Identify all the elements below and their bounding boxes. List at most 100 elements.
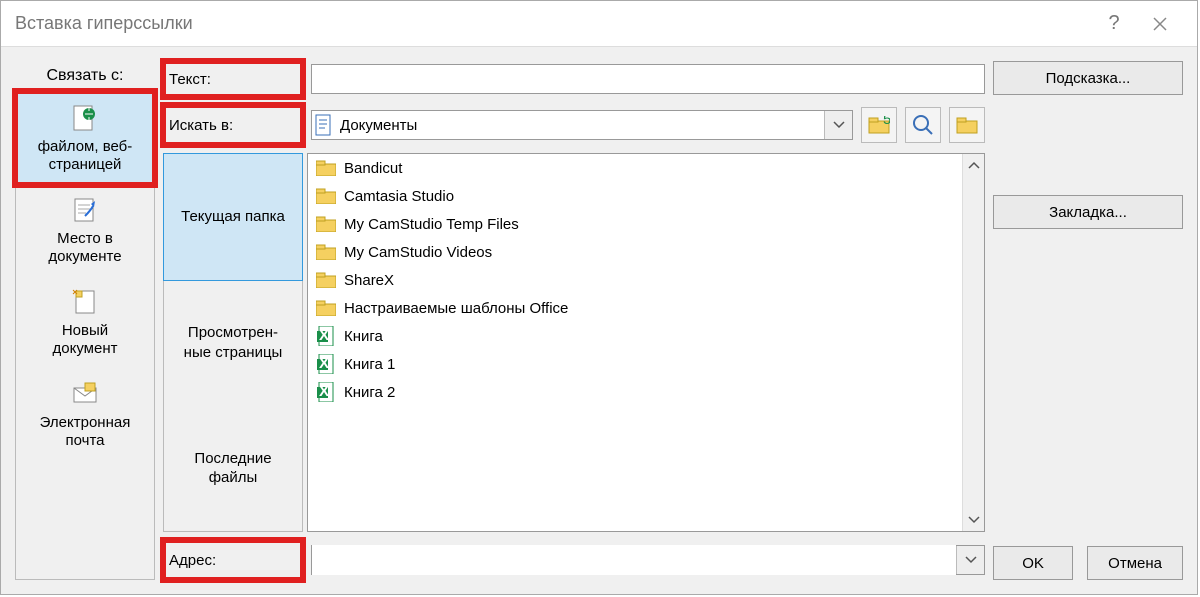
text-row: Текст: <box>163 61 985 97</box>
dialog-body: Связать с: файлом, веб- страницей Место … <box>1 47 1197 594</box>
chevron-up-icon <box>968 161 980 169</box>
linkto-email-label1: Электронная <box>40 414 131 432</box>
address-label-text: Адрес: <box>169 552 216 569</box>
linkto-new-label1: Новый <box>62 322 108 340</box>
file-name: My CamStudio Temp Files <box>344 216 519 233</box>
excel-icon: X <box>316 354 336 374</box>
text-input[interactable] <box>311 64 985 94</box>
right-panel: Подсказка... Закладка... OK Отмена <box>993 61 1183 580</box>
address-input[interactable] <box>312 545 956 575</box>
file-item[interactable]: Настраиваемые шаблоны Office <box>308 294 962 322</box>
linkto-panel: Связать с: файлом, веб- страницей Место … <box>15 61 155 580</box>
folder-icon <box>316 214 336 234</box>
file-item[interactable]: ShareX <box>308 266 962 294</box>
file-name: Книга 2 <box>344 384 395 401</box>
tab-recent-files[interactable]: Последние файлы <box>164 405 302 531</box>
close-icon <box>1153 17 1167 31</box>
hint-button[interactable]: Подсказка... <box>993 61 1183 95</box>
bookmark-button[interactable]: Закладка... <box>993 195 1183 229</box>
linkto-file-label1: файлом, веб- <box>38 138 133 156</box>
browse-web-button[interactable] <box>905 107 941 143</box>
folder-icon <box>316 242 336 262</box>
hyperlink-dialog: Вставка гиперссылки ? Связать с: файлом,… <box>0 0 1198 595</box>
up-folder-button[interactable]: 5 <box>861 107 897 143</box>
linkto-new-doc[interactable]: Новый документ <box>16 276 154 368</box>
cancel-button[interactable]: Отмена <box>1087 546 1183 580</box>
excel-icon: X <box>316 326 336 346</box>
linkto-label: Связать с: <box>47 61 124 91</box>
folder-open-icon <box>956 116 978 134</box>
svg-text:X: X <box>319 383 329 400</box>
browse-tabs: Текущая папка Просмотрен- ные страницы П… <box>163 153 303 532</box>
new-doc-icon <box>69 286 101 318</box>
folder-icon <box>316 298 336 318</box>
web-search-icon <box>912 114 934 136</box>
file-list[interactable]: Bandicut Camtasia Studio My CamStudio Temp… <box>308 154 962 531</box>
document-icon <box>312 114 336 136</box>
file-item[interactable]: X Книга <box>308 322 962 350</box>
file-name: ShareX <box>344 272 394 289</box>
chevron-down-icon <box>968 516 980 524</box>
help-button[interactable]: ? <box>1091 1 1137 47</box>
file-item[interactable]: Bandicut <box>308 154 962 182</box>
linkto-email-label2: почта <box>66 432 105 450</box>
ok-button[interactable]: OK <box>993 546 1073 580</box>
folder-icon <box>316 270 336 290</box>
file-item[interactable]: My CamStudio Temp Files <box>308 210 962 238</box>
svg-text:5: 5 <box>883 116 890 128</box>
email-icon <box>69 378 101 410</box>
linkto-place-in-doc[interactable]: Место в документе <box>16 184 154 276</box>
excel-icon: X <box>316 382 336 402</box>
linkto-place-label1: Место в <box>57 230 113 248</box>
svg-text:X: X <box>319 327 329 344</box>
tab-current-folder[interactable]: Текущая папка <box>163 153 303 281</box>
linkto-options: файлом, веб- страницей Место в документе… <box>15 91 155 580</box>
text-label: Текст: <box>163 61 303 97</box>
svg-text:X: X <box>319 355 329 372</box>
scrollbar[interactable] <box>962 154 984 531</box>
lookin-row: Искать в: Документы 5 <box>163 105 985 145</box>
linkto-file-label2: страницей <box>49 156 122 174</box>
titlebar: Вставка гиперссылки ? <box>1 1 1197 47</box>
browse-area: Текущая папка Просмотрен- ные страницы П… <box>163 153 985 532</box>
close-button[interactable] <box>1137 1 1183 47</box>
address-row: Адрес: <box>163 540 985 580</box>
folder-icon <box>316 186 336 206</box>
lookin-combo[interactable]: Документы <box>311 110 853 140</box>
lookin-value: Документы <box>336 117 824 134</box>
address-label: Адрес: <box>163 540 303 580</box>
address-dropdown[interactable] <box>956 546 984 574</box>
place-in-doc-icon <box>69 194 101 226</box>
browse-file-button[interactable] <box>949 107 985 143</box>
scroll-down[interactable] <box>963 509 984 531</box>
folder-icon <box>316 158 336 178</box>
linkto-new-label2: документ <box>53 340 118 358</box>
file-item[interactable]: X Книга 1 <box>308 350 962 378</box>
scroll-track[interactable] <box>963 176 984 509</box>
file-listbox: Bandicut Camtasia Studio My CamStudio Temp… <box>307 153 985 532</box>
chevron-down-icon <box>965 556 977 564</box>
scroll-up[interactable] <box>963 154 984 176</box>
file-name: Camtasia Studio <box>344 188 454 205</box>
file-name: My CamStudio Videos <box>344 244 492 261</box>
lookin-dropdown[interactable] <box>824 111 852 139</box>
file-name: Книга <box>344 328 383 345</box>
chevron-down-icon <box>833 121 845 129</box>
tab-browsed-pages[interactable]: Просмотрен- ные страницы <box>164 280 302 406</box>
dialog-title: Вставка гиперссылки <box>15 13 1091 34</box>
text-label-text: Текст: <box>169 71 211 88</box>
file-web-icon <box>69 102 101 134</box>
lookin-label-text: Искать в: <box>169 117 233 134</box>
file-name: Настраиваемые шаблоны Office <box>344 300 568 317</box>
lookin-label: Искать в: <box>163 105 303 145</box>
linkto-email[interactable]: Электронная почта <box>16 368 154 460</box>
file-item[interactable]: Camtasia Studio <box>308 182 962 210</box>
file-name: Книга 1 <box>344 356 395 373</box>
linkto-file-webpage[interactable]: файлом, веб- страницей <box>15 91 155 185</box>
folder-up-icon: 5 <box>868 116 890 134</box>
address-combo[interactable] <box>311 545 985 575</box>
file-item[interactable]: My CamStudio Videos <box>308 238 962 266</box>
file-name: Bandicut <box>344 160 402 177</box>
main-panel: Текст: Искать в: Документы <box>163 61 985 580</box>
file-item[interactable]: X Книга 2 <box>308 378 962 406</box>
